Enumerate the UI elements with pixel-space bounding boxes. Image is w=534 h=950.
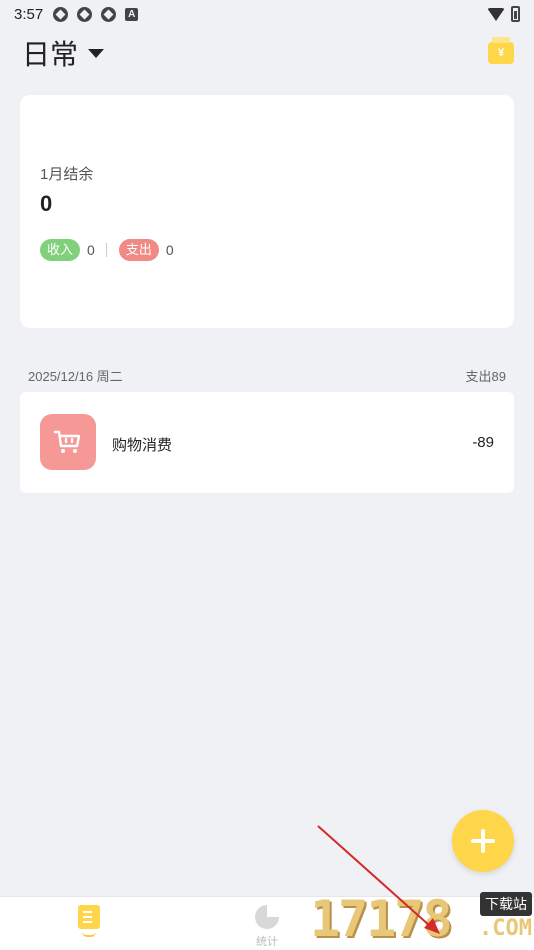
app-notification-icon [101, 6, 117, 22]
transaction-item[interactable]: 购物消费 -89 [20, 392, 514, 493]
income-expense-row: 收入 0 支出 0 [40, 239, 174, 261]
app-notification-icon [77, 6, 93, 22]
add-record-button[interactable] [452, 810, 514, 872]
expense-badge: 支出 [118, 239, 159, 261]
summary-label: 1月结余 [40, 166, 94, 183]
a-notification-icon: A [125, 7, 139, 21]
summary-balance: 0 [40, 191, 53, 216]
day-group-header: 2025/12/16 周二 支出89 [28, 366, 506, 385]
chevron-down-icon[interactable] [88, 48, 105, 58]
book-title[interactable]: 日常 [22, 33, 78, 73]
income-value: 0 [87, 242, 95, 258]
wifi-icon [487, 7, 505, 21]
active-tab-indicator [82, 932, 96, 937]
pie-chart-icon [255, 905, 279, 929]
records-icon [78, 905, 100, 929]
header: 日常 ¥ [22, 34, 514, 72]
tab-statistics-label: 统计 [256, 936, 278, 948]
status-bar: 3:57 A [0, 0, 534, 28]
day-total: 支出89 [465, 369, 506, 384]
wallet-icon[interactable]: ¥ [488, 37, 514, 64]
transaction-category: 购物消费 [112, 437, 173, 454]
income-badge: 收入 [40, 239, 81, 261]
watermark-suffix: .COM [479, 916, 532, 941]
divider [105, 243, 107, 257]
battery-icon [511, 6, 520, 22]
watermark-digits: 17178 [310, 890, 453, 948]
watermark-logo: 17178 下载站 .COM [310, 888, 534, 950]
day-date: 2025/12/16 周二 [28, 369, 123, 384]
watermark-badge: 下载站 [480, 892, 532, 916]
status-time: 3:57 [14, 5, 44, 23]
shopping-cart-icon [40, 414, 96, 470]
monthly-summary-card[interactable]: 1月结余 0 收入 0 支出 0 [20, 95, 514, 328]
transaction-amount: -89 [472, 434, 494, 451]
tab-records[interactable] [0, 897, 178, 950]
app-notification-icon [53, 6, 69, 22]
expense-value: 0 [165, 242, 174, 258]
